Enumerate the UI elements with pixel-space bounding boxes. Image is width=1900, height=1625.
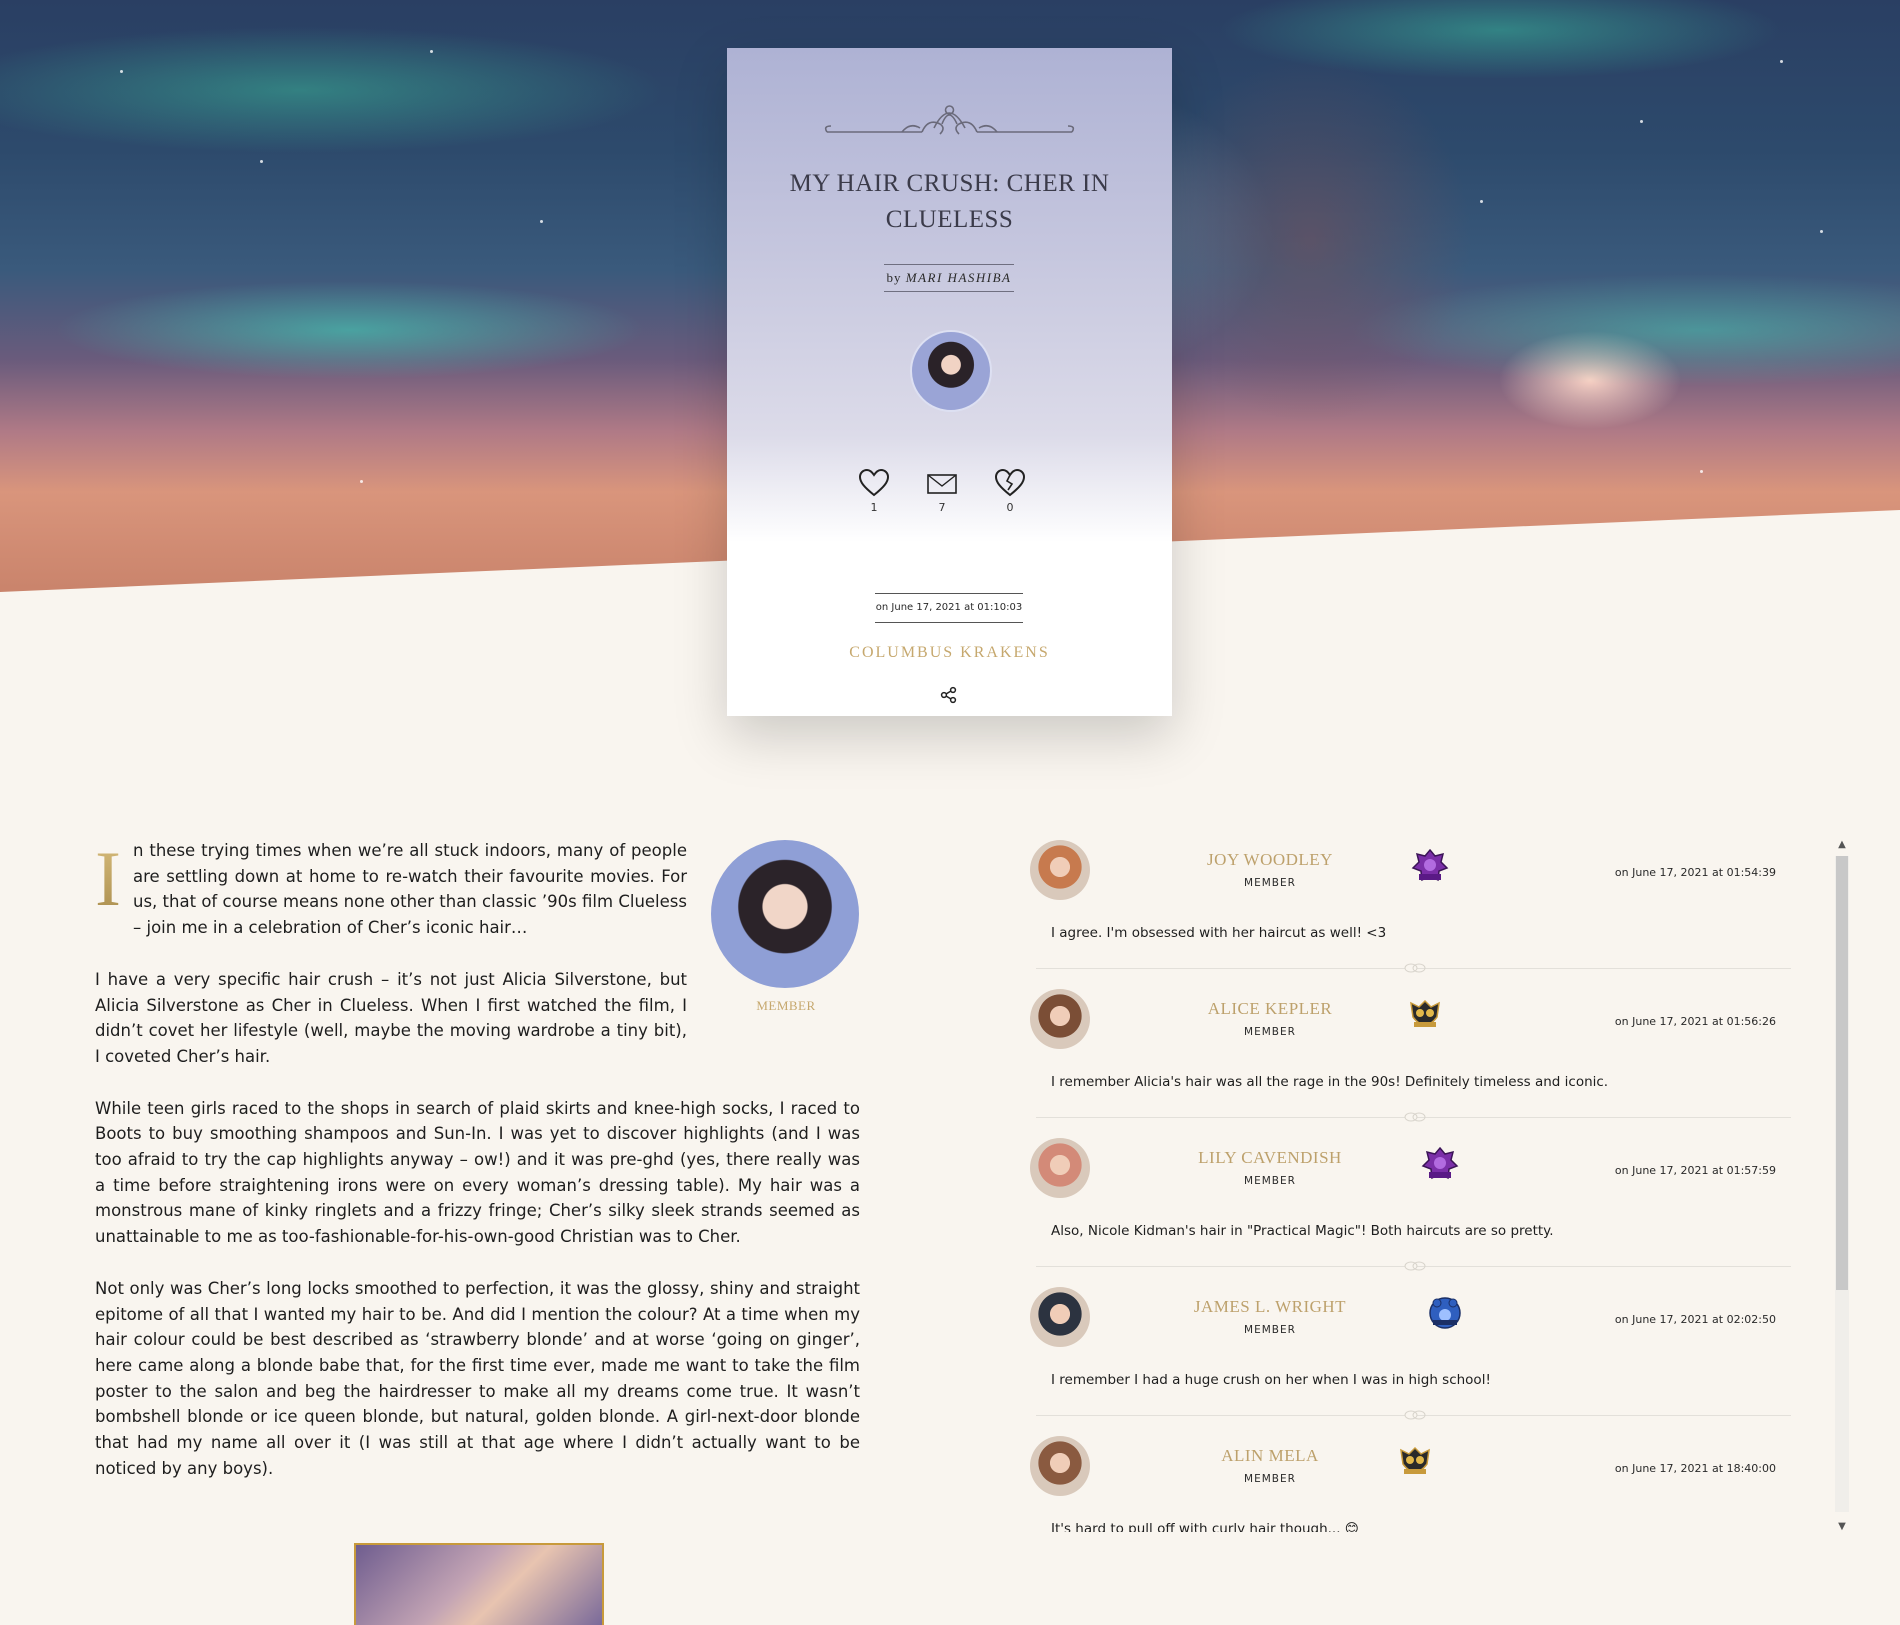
heart-icon	[858, 468, 890, 497]
like-button[interactable]: 1	[854, 468, 894, 514]
divider-knot-icon	[1404, 1261, 1426, 1271]
bear-logo[interactable]	[1425, 1293, 1465, 1333]
post-date: on June 17, 2021 at 01:10:03	[875, 593, 1023, 623]
comment-time: on June 17, 2021 at 01:54:39	[1614, 866, 1776, 879]
byline: by MARI HASHIBA	[884, 264, 1014, 292]
star	[1700, 470, 1703, 473]
article-paragraph: In these trying times when we’re all stu…	[95, 838, 687, 941]
commenter-role: MEMBER	[1244, 877, 1296, 889]
commenter-name[interactable]: ALICE KEPLER	[1140, 999, 1400, 1019]
comment-text: I agree. I'm obsessed with her haircut a…	[1051, 925, 1387, 941]
author-large-avatar[interactable]	[711, 840, 859, 988]
star	[1780, 60, 1783, 63]
commenter-name[interactable]: JAMES L. WRIGHT	[1140, 1297, 1400, 1317]
article-paragraph: Not only was Cher’s long locks smoothed …	[95, 1278, 860, 1478]
post-stats: 1 7 0	[854, 468, 1044, 518]
star	[1640, 120, 1643, 123]
comment-item: JAMES L. WRIGHT MEMBER on June 17, 2021 …	[1020, 1283, 1800, 1432]
commenter-avatar[interactable]	[1030, 989, 1090, 1049]
ornament-icon	[824, 105, 1075, 135]
commenter-role: MEMBER	[1244, 1324, 1296, 1336]
commenter-avatar[interactable]	[1030, 1138, 1090, 1198]
scroll-down-icon[interactable]: ▼	[1835, 1520, 1849, 1534]
commenter-role: MEMBER	[1244, 1175, 1296, 1187]
divider-knot-icon	[1404, 963, 1426, 973]
author-sidebar: MEMBER	[711, 840, 861, 1014]
star	[540, 220, 543, 223]
commenter-role: MEMBER	[1244, 1026, 1296, 1038]
krakens-logo[interactable]	[1420, 1144, 1460, 1184]
star	[1820, 230, 1823, 233]
comments-panel[interactable]: JOY WOODLEY MEMBER on June 17, 2021 at 0…	[1020, 836, 1820, 1532]
star	[120, 70, 123, 73]
article-paragraph: While teen girls raced to the shops in s…	[95, 1098, 860, 1247]
author-link[interactable]: MARI HASHIBA	[906, 270, 1012, 285]
divider-knot-icon	[1404, 1410, 1426, 1420]
post-title: MY HAIR CRUSH: CHER IN CLUELESS	[789, 170, 1110, 233]
team-link[interactable]: COLUMBUS KRAKENS	[727, 644, 1172, 662]
comment-item: LILY CAVENDISH MEMBER on June 17, 2021 a…	[1020, 1134, 1800, 1283]
commenter-name[interactable]: JOY WOODLEY	[1140, 850, 1400, 870]
envelope-icon	[927, 474, 957, 494]
comment-text: I remember I had a huge crush on her whe…	[1051, 1372, 1491, 1388]
commenter-avatar[interactable]	[1030, 1436, 1090, 1496]
commenter-name[interactable]: LILY CAVENDISH	[1140, 1148, 1400, 1168]
article-image	[354, 1543, 604, 1625]
author-role: MEMBER	[756, 998, 816, 1013]
krakens-logo[interactable]	[1410, 846, 1450, 886]
comment-text: I remember Alicia's hair was all the rag…	[1051, 1074, 1609, 1090]
broken-heart-icon	[994, 468, 1026, 497]
star	[430, 50, 433, 53]
share-icon[interactable]	[940, 686, 958, 704]
commenter-avatar[interactable]	[1030, 840, 1090, 900]
comment-time: on June 17, 2021 at 01:57:59	[1614, 1164, 1776, 1177]
star	[1480, 200, 1483, 203]
author-avatar[interactable]	[910, 330, 992, 412]
comment-count: 7	[938, 501, 946, 514]
dislike-button[interactable]: 0	[990, 468, 1030, 514]
comment-time: on June 17, 2021 at 02:02:50	[1614, 1313, 1776, 1326]
article-paragraph: I have a very specific hair crush – it’s…	[95, 969, 687, 1066]
dislike-count: 0	[1006, 501, 1014, 514]
comment-time: on June 17, 2021 at 01:56:26	[1614, 1015, 1776, 1028]
drop-cap: I	[95, 835, 121, 922]
owl-logo[interactable]	[1395, 1442, 1435, 1482]
comment-item: ALIN MELA MEMBER on June 17, 2021 at 18:…	[1020, 1432, 1800, 1532]
comment-time: on June 17, 2021 at 18:40:00	[1614, 1462, 1776, 1475]
comment-text: Also, Nicole Kidman's hair in "Practical…	[1051, 1223, 1554, 1239]
comments-scrollbar[interactable]: ▲ ▼	[1835, 838, 1849, 1534]
comment-item: ALICE KEPLER MEMBER on June 17, 2021 at …	[1020, 985, 1800, 1134]
star	[260, 160, 263, 163]
owl-logo[interactable]	[1405, 995, 1445, 1035]
commenter-avatar[interactable]	[1030, 1287, 1090, 1347]
paragraph-text: n these trying times when we’re all stuc…	[132, 841, 687, 938]
comment-text: It's hard to pull off with curly hair th…	[1051, 1521, 1359, 1532]
commenter-name[interactable]: ALIN MELA	[1140, 1446, 1400, 1466]
like-count: 1	[870, 501, 878, 514]
divider-knot-icon	[1404, 1112, 1426, 1122]
by-label: by	[886, 270, 902, 285]
post-header-card: MY HAIR CRUSH: CHER IN CLUELESS by MARI …	[727, 48, 1172, 716]
scroll-up-icon[interactable]: ▲	[1835, 838, 1849, 852]
comment-button[interactable]: 7	[922, 468, 962, 514]
star	[360, 480, 363, 483]
comment-item: JOY WOODLEY MEMBER on June 17, 2021 at 0…	[1020, 836, 1800, 985]
commenter-role: MEMBER	[1244, 1473, 1296, 1485]
scroll-thumb[interactable]	[1836, 856, 1848, 1290]
